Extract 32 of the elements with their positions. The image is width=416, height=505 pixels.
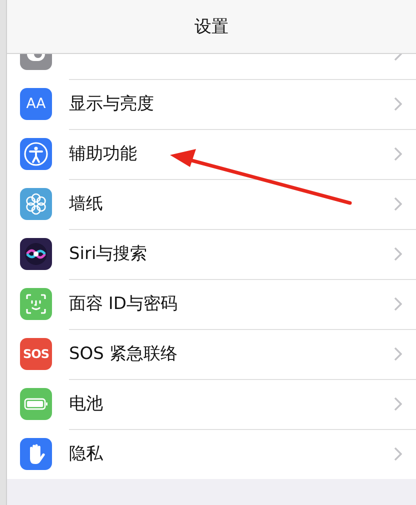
chevron-icon: [394, 296, 402, 310]
item-label: 墙纸: [69, 193, 103, 215]
wallpaper-icon: [20, 188, 52, 220]
settings-item[interactable]: 电池: [7, 379, 416, 429]
settings-item[interactable]: 墙纸: [7, 179, 416, 229]
chevron-icon: [394, 96, 402, 110]
chevron-icon: [394, 346, 402, 360]
siri-icon: [20, 238, 52, 270]
battery-icon: [20, 388, 52, 420]
chevron-icon: [394, 446, 402, 460]
item-label: Siri与搜索: [69, 243, 148, 265]
item-label: SOS 紧急联络: [69, 343, 178, 365]
settings-item[interactable]: 隐私: [7, 429, 416, 479]
accessibility-icon: [20, 138, 52, 170]
privacy-icon: [20, 438, 52, 470]
item-label: 辅助功能: [69, 143, 137, 165]
display-icon: AA: [20, 88, 52, 120]
sos-icon: SOS: [20, 338, 52, 370]
item-label: 电池: [69, 393, 103, 415]
chevron-icon: [394, 246, 402, 260]
settings-item[interactable]: Siri与搜索: [7, 229, 416, 279]
item-label: 隐私: [69, 443, 103, 465]
chevron-icon: [394, 396, 402, 410]
chevron-icon: [394, 146, 402, 160]
faceid-icon: [20, 288, 52, 320]
settings-item[interactable]: SOS SOS 紧急联络: [7, 329, 416, 379]
chevron-icon: [394, 196, 402, 210]
item-label: 显示与亮度: [69, 93, 154, 115]
item-label: 面容 ID与密码: [69, 293, 178, 315]
page-title: 设置: [194, 16, 228, 38]
settings-item[interactable]: AA 显示与亮度: [7, 79, 416, 129]
settings-item[interactable]: 面容 ID与密码: [7, 279, 416, 329]
